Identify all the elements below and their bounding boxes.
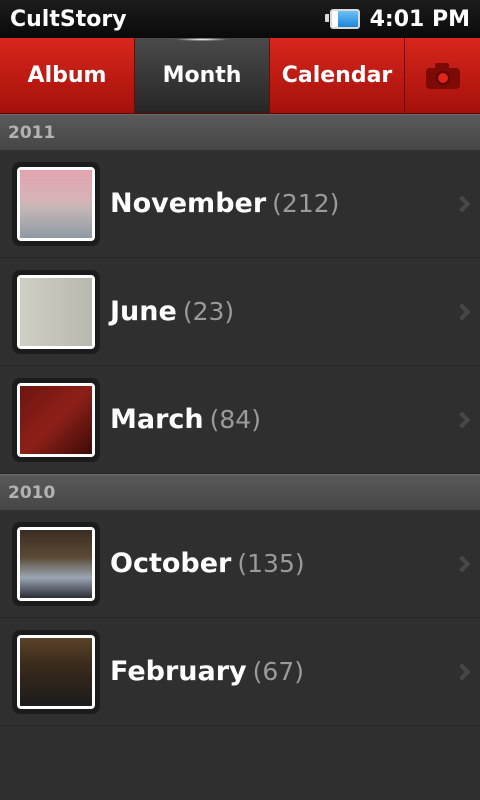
photo-count: (84) [209, 405, 261, 434]
section-header-2010: 2010 [0, 474, 480, 510]
month-label: March (84) [110, 404, 261, 435]
tab-calendar[interactable]: Calendar [270, 38, 405, 113]
list-item-february[interactable]: February (67) [0, 618, 480, 726]
clock: 4:01 PM [369, 6, 470, 32]
battery-icon [324, 8, 362, 30]
list-item-june[interactable]: June (23) [0, 258, 480, 366]
list-item-march[interactable]: March (84) [0, 366, 480, 474]
month-list: 2011 November (212) June (23) March (84) 20… [0, 114, 480, 726]
photo-count: (67) [252, 657, 304, 686]
chevron-right-icon [453, 555, 471, 572]
tab-album[interactable]: Album [0, 38, 135, 113]
month-label: June (23) [110, 296, 235, 327]
list-item-october[interactable]: October (135) [0, 510, 480, 618]
thumbnail [12, 161, 100, 246]
month-label: October (135) [110, 548, 305, 579]
status-bar: CultStory 4:01 PM [0, 0, 480, 38]
photo-count: (212) [272, 189, 340, 218]
thumbnail [12, 521, 100, 606]
app-title: CultStory [10, 6, 127, 32]
list-item-november[interactable]: November (212) [0, 150, 480, 258]
section-header-2011: 2011 [0, 114, 480, 150]
photo-count: (23) [182, 297, 235, 326]
tab-month[interactable]: Month [135, 38, 270, 113]
chevron-right-icon [453, 411, 471, 428]
thumbnail [12, 629, 100, 714]
camera-button[interactable] [405, 38, 480, 113]
chevron-right-icon [453, 303, 471, 320]
camera-icon [425, 62, 460, 89]
chevron-right-icon [453, 195, 471, 212]
tab-bar: Album Month Calendar [0, 38, 480, 114]
month-label: February (67) [110, 656, 304, 687]
photo-count: (135) [237, 549, 305, 578]
month-label: November (212) [110, 188, 340, 219]
thumbnail [12, 269, 100, 354]
thumbnail [12, 377, 100, 462]
chevron-right-icon [453, 663, 471, 680]
